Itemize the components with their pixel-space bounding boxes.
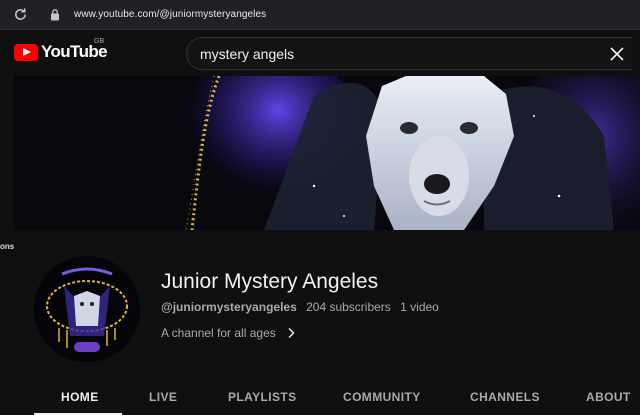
tab-about[interactable]: ABOUT [586,390,631,404]
tab-home[interactable]: HOME [61,390,99,404]
tab-playlists[interactable]: PLAYLISTS [228,390,297,404]
banner-artwork [14,76,640,230]
youtube-header: YouTube GB mystery angels [0,30,640,76]
subscriber-count: 204 subscribers [306,300,391,314]
tab-channels[interactable]: CHANNELS [470,390,540,404]
sidebar-partial-label: ons [0,242,15,251]
channel-banner [14,76,640,230]
reload-icon[interactable] [13,7,28,22]
channel-description: A channel for all ages [161,326,276,340]
region-code: GB [94,38,105,45]
channel-meta: @juniormysteryangeles 204 subscribers 1 … [161,300,445,314]
channel-handle: @juniormysteryangeles [161,300,297,314]
youtube-logo-text: YouTube [41,42,108,61]
channel-name: Junior Mystery Angeles [161,270,379,293]
youtube-logo[interactable]: YouTube [14,42,108,62]
lock-icon [51,9,59,21]
url-text[interactable]: www.youtube.com/@juniormysteryangeles [74,9,266,20]
youtube-play-icon [14,43,38,61]
avatar-artwork [34,256,140,362]
chevron-right-icon [288,328,295,338]
search-input[interactable]: mystery angels [186,37,632,70]
tab-community[interactable]: COMMUNITY [343,390,421,404]
browser-address-bar: www.youtube.com/@juniormysteryangeles [0,0,640,30]
tab-live[interactable]: LIVE [149,390,177,404]
channel-tabs: HOME LIVE PLAYLISTS COMMUNITY CHANNELS A… [0,376,640,415]
channel-description-link[interactable]: A channel for all ages [161,326,296,340]
close-icon[interactable] [608,45,626,63]
channel-avatar[interactable] [34,256,140,362]
search-query: mystery angels [200,46,295,62]
video-count: 1 video [400,300,439,314]
